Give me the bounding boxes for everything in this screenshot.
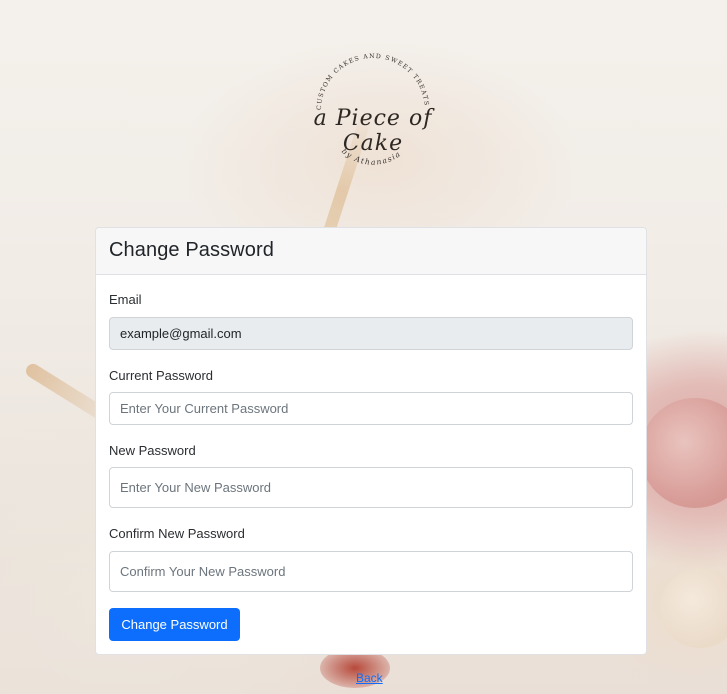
new-password-label: New Password: [109, 443, 196, 458]
confirm-password-input[interactable]: [109, 551, 633, 592]
back-link[interactable]: Back: [356, 671, 383, 685]
new-password-input[interactable]: [109, 467, 633, 508]
email-field[interactable]: [109, 317, 633, 350]
current-password-input[interactable]: [109, 392, 633, 425]
page-title: Change Password: [109, 239, 274, 261]
current-password-label: Current Password: [109, 368, 214, 383]
confirm-password-label: Confirm New Password: [109, 526, 245, 541]
change-password-button[interactable]: Change Password: [109, 608, 240, 641]
card-header: Change Password: [96, 228, 646, 275]
logo-main-text: a Piece of Cake: [313, 106, 433, 156]
logo-arc-text: CUSTOM CAKES AND SWEET TREATS: [316, 53, 430, 110]
brand-logo: CUSTOM CAKES AND SWEET TREATS by Athanas…: [283, 48, 463, 188]
email-label: Email: [109, 292, 142, 307]
change-password-card: Change Password Email Current Password N…: [95, 227, 647, 655]
